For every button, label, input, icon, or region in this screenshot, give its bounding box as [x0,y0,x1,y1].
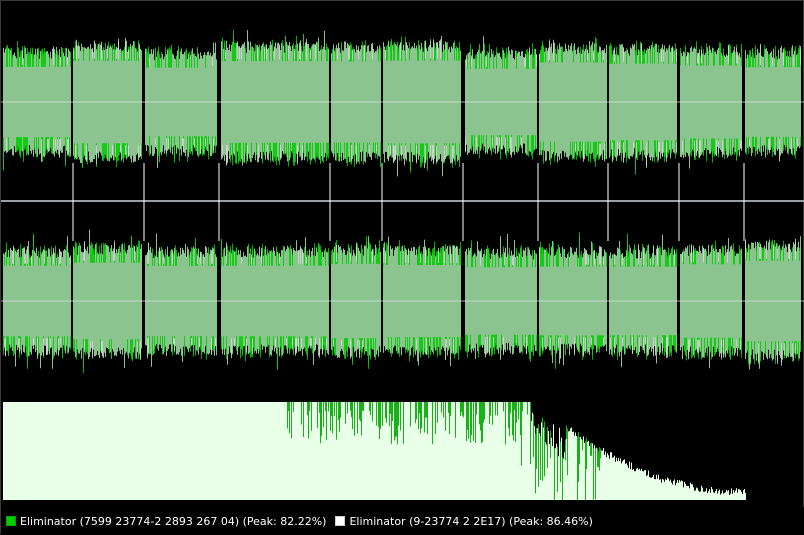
legend-item-b: Eliminator (9-23774 2 2E17) (Peak: 86.46… [335,514,593,528]
legend-label-b: Eliminator (9-23774 2 2E17) (Peak: 86.46… [349,514,593,528]
legend-item-a: Eliminator (7599 23774-2 2893 267 04) (P… [6,515,326,528]
histogram-bars-white [3,402,746,500]
green-square-icon [6,516,16,526]
white-square-icon [335,516,346,526]
channel-left-waveform [1,29,804,177]
legend-bar: Eliminator (7599 23774-2 2893 267 04) (P… [1,507,804,535]
comparison-histogram [3,402,746,500]
legend-label-a: Eliminator (7599 23774-2 2893 267 04) (P… [20,514,327,528]
channel-right-waveform [1,229,804,374]
waveform-canvas [1,29,804,500]
waveform-comparison-window: Eliminator (7599 23774-2 2893 267 04) (P… [0,0,804,535]
waveform-segment-envelope [145,233,217,367]
